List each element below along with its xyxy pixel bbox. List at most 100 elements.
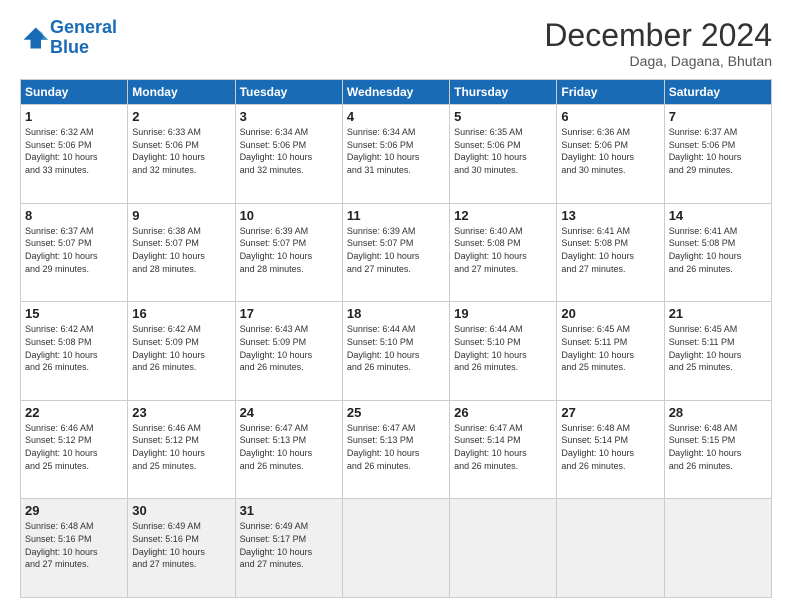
table-cell: 24Sunrise: 6:47 AM Sunset: 5:13 PM Dayli… [235, 400, 342, 499]
title-section: December 2024 Daga, Dagana, Bhutan [544, 18, 772, 69]
cell-info: Sunrise: 6:41 AM Sunset: 5:08 PM Dayligh… [561, 225, 659, 275]
calendar-week-3: 15 Sunrise: 6:42 AM Sunset: 5:08 PM Dayli… [21, 302, 772, 401]
day-number: 9 [132, 208, 230, 223]
table-cell: 19Sunrise: 6:44 AM Sunset: 5:10 PM Dayli… [450, 302, 557, 401]
logo-line1: General [50, 17, 117, 37]
cell-info: Sunrise: 6:48 AM Sunset: 5:15 PM Dayligh… [669, 422, 767, 472]
day-number: 4 [347, 109, 445, 124]
table-cell: 26 Sunrise: 6:47 AM Sunset: 5:14 PM Dayli… [450, 400, 557, 499]
day-number: 6 [561, 109, 659, 124]
table-cell [557, 499, 664, 598]
day-number: 20 [561, 306, 659, 321]
cell-info: Sunrise: 6:43 AM Sunset: 5:09 PM Dayligh… [240, 323, 338, 373]
day-number: 5 [454, 109, 552, 124]
day-number: 2 [132, 109, 230, 124]
table-cell: 16Sunrise: 6:42 AM Sunset: 5:09 PM Dayli… [128, 302, 235, 401]
table-cell: 13 Sunrise: 6:41 AM Sunset: 5:08 PM Dayli… [557, 203, 664, 302]
cell-info: Sunrise: 6:34 AM Sunset: 5:06 PM Dayligh… [347, 126, 445, 176]
cell-info: Sunrise: 6:48 AM Sunset: 5:14 PM Dayligh… [561, 422, 659, 472]
logo-text: General Blue [50, 18, 117, 58]
cell-info: Sunrise: 6:49 AM Sunset: 5:16 PM Dayligh… [132, 520, 230, 570]
table-cell: 29 Sunrise: 6:48 AM Sunset: 5:16 PM Dayli… [21, 499, 128, 598]
cell-info: Sunrise: 6:38 AM Sunset: 5:07 PM Dayligh… [132, 225, 230, 275]
table-cell: 21 Sunrise: 6:45 AM Sunset: 5:11 PM Dayli… [664, 302, 771, 401]
logo: General Blue [20, 18, 117, 58]
calendar-week-1: 1 Sunrise: 6:32 AM Sunset: 5:06 PM Daylig… [21, 105, 772, 204]
cell-info: Sunrise: 6:42 AM Sunset: 5:08 PM Dayligh… [25, 323, 123, 373]
day-number: 23 [132, 405, 230, 420]
cell-info: Sunrise: 6:48 AM Sunset: 5:16 PM Dayligh… [25, 520, 123, 570]
table-cell [342, 499, 449, 598]
table-cell: 20 Sunrise: 6:45 AM Sunset: 5:11 PM Dayli… [557, 302, 664, 401]
day-number: 15 [25, 306, 123, 321]
table-cell: 17 Sunrise: 6:43 AM Sunset: 5:09 PM Dayli… [235, 302, 342, 401]
col-saturday: Saturday [664, 80, 771, 105]
cell-info: Sunrise: 6:36 AM Sunset: 5:06 PM Dayligh… [561, 126, 659, 176]
table-cell: 10Sunrise: 6:39 AM Sunset: 5:07 PM Dayli… [235, 203, 342, 302]
table-cell: 2 Sunrise: 6:33 AM Sunset: 5:06 PM Daylig… [128, 105, 235, 204]
logo-line2: Blue [50, 37, 89, 57]
day-number: 24 [240, 405, 338, 420]
day-number: 3 [240, 109, 338, 124]
day-number: 12 [454, 208, 552, 223]
calendar-week-5: 29 Sunrise: 6:48 AM Sunset: 5:16 PM Dayli… [21, 499, 772, 598]
day-number: 21 [669, 306, 767, 321]
cell-info: Sunrise: 6:37 AM Sunset: 5:06 PM Dayligh… [669, 126, 767, 176]
cell-info: Sunrise: 6:45 AM Sunset: 5:11 PM Dayligh… [561, 323, 659, 373]
cell-info: Sunrise: 6:45 AM Sunset: 5:11 PM Dayligh… [669, 323, 767, 373]
day-number: 18 [347, 306, 445, 321]
cell-info: Sunrise: 6:35 AM Sunset: 5:06 PM Dayligh… [454, 126, 552, 176]
cell-info: Sunrise: 6:40 AM Sunset: 5:08 PM Dayligh… [454, 225, 552, 275]
cell-info: Sunrise: 6:46 AM Sunset: 5:12 PM Dayligh… [25, 422, 123, 472]
table-cell: 3 Sunrise: 6:34 AM Sunset: 5:06 PM Daylig… [235, 105, 342, 204]
cell-info: Sunrise: 6:32 AM Sunset: 5:06 PM Dayligh… [25, 126, 123, 176]
table-cell: 11Sunrise: 6:39 AM Sunset: 5:07 PM Dayli… [342, 203, 449, 302]
col-tuesday: Tuesday [235, 80, 342, 105]
day-number: 25 [347, 405, 445, 420]
day-number: 28 [669, 405, 767, 420]
table-cell: 7 Sunrise: 6:37 AM Sunset: 5:06 PM Daylig… [664, 105, 771, 204]
table-cell: 8Sunrise: 6:37 AM Sunset: 5:07 PM Daylig… [21, 203, 128, 302]
table-cell: 25 Sunrise: 6:47 AM Sunset: 5:13 PM Dayli… [342, 400, 449, 499]
table-cell: 22 Sunrise: 6:46 AM Sunset: 5:12 PM Dayli… [21, 400, 128, 499]
day-number: 10 [240, 208, 338, 223]
day-number: 1 [25, 109, 123, 124]
cell-info: Sunrise: 6:33 AM Sunset: 5:06 PM Dayligh… [132, 126, 230, 176]
cell-info: Sunrise: 6:47 AM Sunset: 5:14 PM Dayligh… [454, 422, 552, 472]
table-cell: 27Sunrise: 6:48 AM Sunset: 5:14 PM Dayli… [557, 400, 664, 499]
col-thursday: Thursday [450, 80, 557, 105]
logo-icon [20, 24, 48, 52]
day-number: 22 [25, 405, 123, 420]
table-cell [450, 499, 557, 598]
cell-info: Sunrise: 6:44 AM Sunset: 5:10 PM Dayligh… [454, 323, 552, 373]
calendar-table: Sunday Monday Tuesday Wednesday Thursday… [20, 79, 772, 598]
day-number: 16 [132, 306, 230, 321]
day-number: 14 [669, 208, 767, 223]
cell-info: Sunrise: 6:41 AM Sunset: 5:08 PM Dayligh… [669, 225, 767, 275]
day-number: 7 [669, 109, 767, 124]
calendar-header-row: Sunday Monday Tuesday Wednesday Thursday… [21, 80, 772, 105]
cell-info: Sunrise: 6:44 AM Sunset: 5:10 PM Dayligh… [347, 323, 445, 373]
cell-info: Sunrise: 6:46 AM Sunset: 5:12 PM Dayligh… [132, 422, 230, 472]
table-cell: 6 Sunrise: 6:36 AM Sunset: 5:06 PM Daylig… [557, 105, 664, 204]
table-cell: 9 Sunrise: 6:38 AM Sunset: 5:07 PM Daylig… [128, 203, 235, 302]
cell-info: Sunrise: 6:49 AM Sunset: 5:17 PM Dayligh… [240, 520, 338, 570]
table-cell: 30 Sunrise: 6:49 AM Sunset: 5:16 PM Dayli… [128, 499, 235, 598]
day-number: 30 [132, 503, 230, 518]
page: General Blue December 2024 Daga, Dagana,… [0, 0, 792, 612]
col-monday: Monday [128, 80, 235, 105]
day-number: 13 [561, 208, 659, 223]
table-cell: 18 Sunrise: 6:44 AM Sunset: 5:10 PM Dayli… [342, 302, 449, 401]
table-cell: 12 Sunrise: 6:40 AM Sunset: 5:08 PM Dayli… [450, 203, 557, 302]
day-number: 8 [25, 208, 123, 223]
calendar-week-2: 8Sunrise: 6:37 AM Sunset: 5:07 PM Daylig… [21, 203, 772, 302]
day-number: 17 [240, 306, 338, 321]
day-number: 26 [454, 405, 552, 420]
main-title: December 2024 [544, 18, 772, 53]
header: General Blue December 2024 Daga, Dagana,… [20, 18, 772, 69]
day-number: 29 [25, 503, 123, 518]
col-friday: Friday [557, 80, 664, 105]
cell-info: Sunrise: 6:34 AM Sunset: 5:06 PM Dayligh… [240, 126, 338, 176]
table-cell: 4 Sunrise: 6:34 AM Sunset: 5:06 PM Daylig… [342, 105, 449, 204]
cell-info: Sunrise: 6:47 AM Sunset: 5:13 PM Dayligh… [347, 422, 445, 472]
